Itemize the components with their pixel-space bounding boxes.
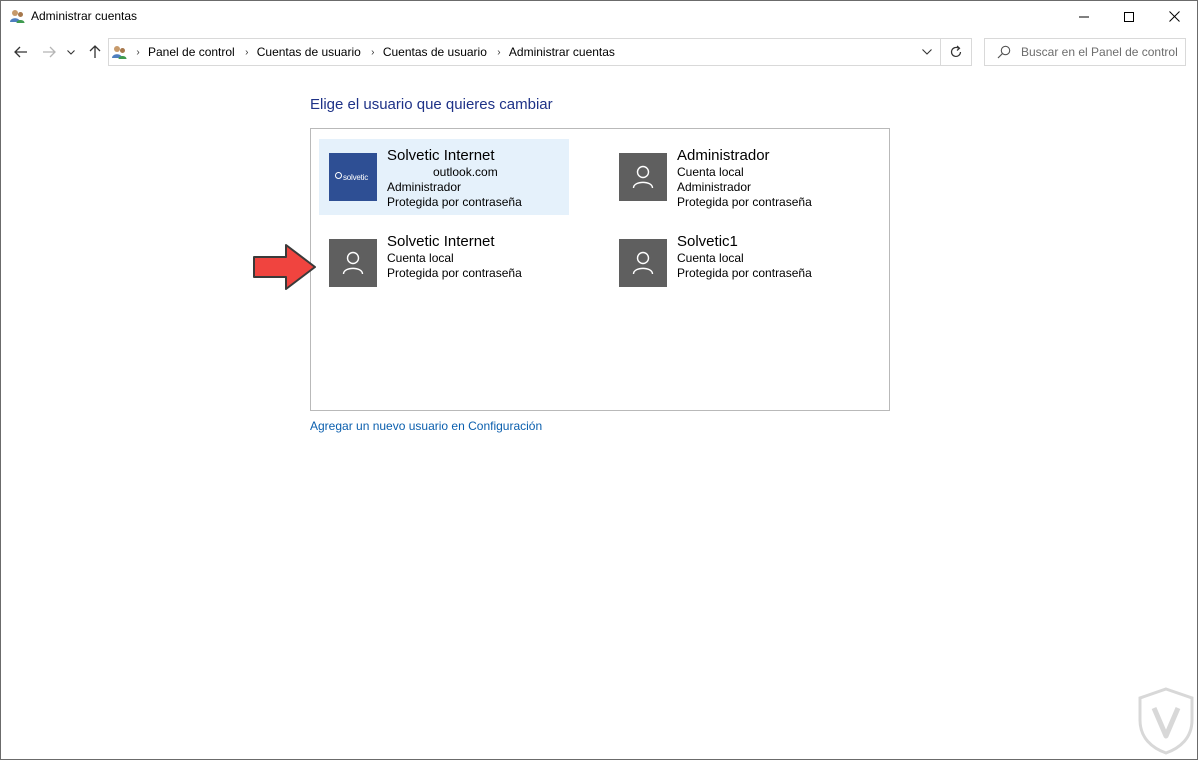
window-title: Administrar cuentas bbox=[31, 9, 138, 23]
breadcrumb-cuentas-de-usuario-1[interactable]: Cuentas de usuario bbox=[254, 45, 366, 59]
maximize-button[interactable] bbox=[1106, 1, 1152, 32]
account-role: Administrador bbox=[677, 180, 752, 194]
account-type: Cuenta local bbox=[387, 251, 454, 265]
close-icon bbox=[1168, 11, 1180, 22]
chevron-down-icon bbox=[922, 49, 932, 55]
account-avatar bbox=[329, 239, 377, 287]
recent-locations-button[interactable] bbox=[64, 41, 78, 63]
maximize-icon bbox=[1124, 11, 1134, 22]
account-tile-administrador[interactable]: Administrador Cuenta local Administrador… bbox=[609, 139, 859, 215]
minimize-button[interactable] bbox=[1061, 1, 1107, 32]
chevron-right-icon[interactable]: › bbox=[366, 47, 380, 58]
solvetic-logo-icon bbox=[335, 172, 342, 179]
account-protection: Protegida por contraseña bbox=[387, 266, 522, 280]
account-tile-solvetic-internet-local[interactable]: Solvetic Internet Cuenta local Protegida… bbox=[319, 225, 569, 301]
account-avatar bbox=[619, 239, 667, 287]
accounts-panel: solvetic Solvetic Internet outlook.com A… bbox=[310, 128, 890, 411]
minimize-icon bbox=[1079, 16, 1089, 17]
account-protection: Protegida por contraseña bbox=[677, 195, 812, 209]
refresh-button[interactable] bbox=[941, 38, 972, 66]
account-protection: Protegida por contraseña bbox=[677, 266, 812, 280]
account-type: Cuenta local bbox=[677, 165, 744, 179]
back-button[interactable] bbox=[11, 41, 31, 63]
account-name: Solvetic1 bbox=[677, 233, 738, 250]
account-email: outlook.com bbox=[433, 165, 498, 179]
breadcrumb-panel-de-control[interactable]: Panel de control bbox=[145, 45, 240, 59]
chevron-right-icon[interactable]: › bbox=[240, 47, 254, 58]
chevron-right-icon[interactable]: › bbox=[492, 47, 506, 58]
breadcrumb: › Panel de control › Cuentas de usuario … bbox=[131, 39, 620, 65]
forward-button[interactable] bbox=[39, 41, 59, 63]
search-icon bbox=[997, 45, 1011, 59]
page-title: Elige el usuario que quieres cambiar bbox=[310, 96, 553, 113]
account-avatar: solvetic bbox=[329, 153, 377, 201]
address-dropdown-button[interactable] bbox=[916, 39, 938, 65]
chevron-down-icon bbox=[67, 49, 75, 55]
title-bar: Administrar cuentas bbox=[1, 1, 1197, 32]
solvetic-watermark-logo bbox=[1138, 687, 1194, 755]
search-box[interactable] bbox=[984, 38, 1186, 66]
chevron-right-icon[interactable]: › bbox=[131, 47, 145, 58]
close-button[interactable] bbox=[1151, 1, 1197, 32]
red-arrow-annotation-icon bbox=[253, 244, 316, 290]
account-name: Administrador bbox=[677, 147, 770, 164]
account-avatar bbox=[619, 153, 667, 201]
window: Administrar cuentas › Panel de control ›… bbox=[0, 0, 1198, 760]
account-info: Solvetic Internet Cuenta local Protegida… bbox=[387, 233, 522, 281]
user-icon bbox=[632, 165, 654, 189]
add-new-user-link[interactable]: Agregar un nuevo usuario en Configuració… bbox=[310, 419, 542, 433]
account-name: Solvetic Internet bbox=[387, 147, 495, 164]
account-name: Solvetic Internet bbox=[387, 233, 495, 250]
account-type: Cuenta local bbox=[677, 251, 744, 265]
account-role: Administrador bbox=[387, 180, 462, 194]
search-input[interactable] bbox=[1021, 44, 1181, 60]
arrow-up-icon bbox=[89, 45, 101, 58]
account-info: Administrador Cuenta local Administrador… bbox=[677, 147, 812, 210]
user-icon bbox=[342, 251, 364, 275]
breadcrumb-cuentas-de-usuario-2[interactable]: Cuentas de usuario bbox=[380, 45, 492, 59]
user-icon bbox=[632, 251, 654, 275]
account-info: Solvetic Internet outlook.com Administra… bbox=[387, 147, 522, 210]
account-tile-solvetic1[interactable]: Solvetic1 Cuenta local Protegida por con… bbox=[609, 225, 859, 301]
account-protection: Protegida por contraseña bbox=[387, 195, 522, 209]
up-button[interactable] bbox=[85, 41, 105, 63]
account-tile-solvetic-internet-microsoft[interactable]: solvetic Solvetic Internet outlook.com A… bbox=[319, 139, 569, 215]
refresh-icon bbox=[950, 45, 962, 58]
account-info: Solvetic1 Cuenta local Protegida por con… bbox=[677, 233, 812, 281]
address-bar[interactable]: › Panel de control › Cuentas de usuario … bbox=[108, 38, 941, 66]
users-control-panel-icon bbox=[10, 10, 25, 23]
users-control-panel-icon bbox=[112, 46, 127, 59]
avatar-brand-text: solvetic bbox=[343, 172, 369, 182]
breadcrumb-administrar-cuentas[interactable]: Administrar cuentas bbox=[506, 45, 620, 59]
arrow-left-icon bbox=[14, 46, 27, 58]
arrow-right-icon bbox=[43, 46, 56, 58]
